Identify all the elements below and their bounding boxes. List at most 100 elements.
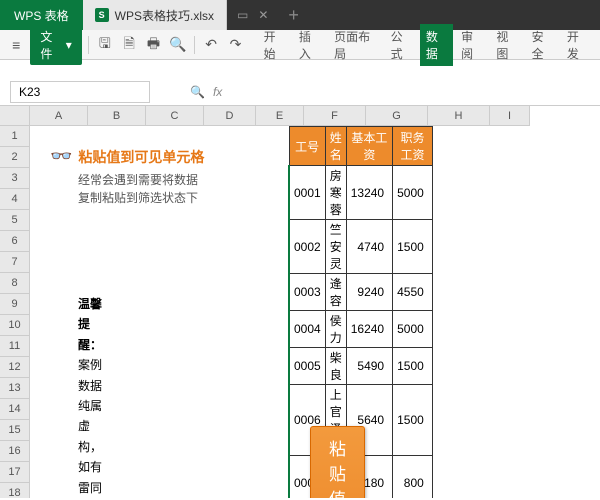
glasses-icon: 👓 (50, 146, 72, 167)
table-cell[interactable]: 800 (393, 456, 433, 499)
preview-icon[interactable]: 🔍 (168, 34, 188, 56)
table-cell[interactable]: 侯力 (325, 311, 346, 348)
row-header[interactable]: 12 (0, 357, 30, 378)
row-header[interactable]: 15 (0, 420, 30, 441)
table-header[interactable]: 姓名 (325, 127, 346, 166)
reminder-line: 案例数据纯属虚构， (78, 355, 102, 457)
ribbon-tabs: 开始插入页面布局公式数据审阅视图安全开发 (258, 24, 594, 66)
table-cell[interactable]: 16240 (346, 311, 392, 348)
table-cell[interactable]: 1500 (393, 220, 433, 274)
row-header[interactable]: 17 (0, 462, 30, 483)
row-header[interactable]: 11 (0, 336, 30, 357)
column-header[interactable]: B (88, 106, 146, 126)
column-header[interactable]: G (366, 106, 428, 126)
column-header[interactable]: D (204, 106, 256, 126)
export-icon[interactable]: 🗎 (119, 34, 139, 56)
table-cell[interactable]: 5490 (346, 348, 392, 385)
ribbon-tab[interactable]: 视图 (490, 24, 523, 66)
ribbon-tab[interactable]: 页面布局 (328, 24, 382, 66)
column-header[interactable]: C (146, 106, 204, 126)
row-header[interactable]: 2 (0, 147, 30, 168)
hamburger-icon[interactable]: ≡ (6, 34, 26, 56)
table-cell[interactable]: 1500 (393, 385, 433, 456)
save-icon[interactable]: 🖫 (95, 34, 115, 56)
column-header[interactable]: A (30, 106, 88, 126)
divider (194, 36, 195, 54)
row-header[interactable]: 10 (0, 315, 30, 336)
table-cell[interactable]: 4550 (393, 274, 433, 311)
spreadsheet-grid[interactable]: ABCDEFGHI 12345678910111213141516171819 … (0, 106, 600, 498)
column-header[interactable]: E (256, 106, 304, 126)
table-cell[interactable]: 房寒蓉 (325, 166, 346, 220)
table-cell[interactable]: 1500 (393, 348, 433, 385)
file-tab[interactable]: S WPS表格技巧.xlsx (83, 0, 227, 30)
undo-icon[interactable]: ↶ (201, 34, 221, 56)
row-header[interactable]: 18 (0, 483, 30, 498)
table-cell[interactable]: 逄容 (325, 274, 346, 311)
row-header[interactable]: 7 (0, 252, 30, 273)
table-row[interactable]: 0001房寒蓉132405000 (289, 166, 432, 220)
table-cell[interactable]: 5000 (393, 311, 433, 348)
ribbon-tab[interactable]: 插入 (293, 24, 326, 66)
info-callout: 👓 粘贴值到可见单元格 经常会遇到需要将数据 复制粘贴到筛选状态下 (50, 146, 290, 207)
table-cell[interactable]: 0004 (289, 311, 325, 348)
column-header[interactable]: I (490, 106, 530, 126)
table-cell[interactable]: 0003 (289, 274, 325, 311)
chevron-down-icon: ▾ (66, 38, 72, 52)
file-menu-button[interactable]: 文件 ▾ (30, 25, 81, 65)
table-cell[interactable]: 5000 (393, 166, 433, 220)
file-menu-label: 文件 (40, 28, 61, 62)
column-header[interactable]: F (304, 106, 366, 126)
table-row[interactable]: 0003逄容92404550 (289, 274, 432, 311)
row-header[interactable]: 16 (0, 441, 30, 462)
select-all-corner[interactable] (0, 106, 30, 126)
paste-visible-button[interactable]: 粘贴值到可见单元格 (310, 426, 365, 498)
reminder-line: 如有雷同纯属巧合 (78, 457, 102, 498)
table-cell[interactable]: 0002 (289, 220, 325, 274)
ribbon-tab[interactable]: 开发 (561, 24, 594, 66)
row-header[interactable]: 9 (0, 294, 30, 315)
row-header[interactable]: 8 (0, 273, 30, 294)
name-box[interactable]: K23 (10, 81, 150, 103)
info-line: 复制粘贴到筛选状态下 (78, 189, 290, 207)
row-header[interactable]: 5 (0, 210, 30, 231)
row-header[interactable]: 4 (0, 189, 30, 210)
table-cell[interactable]: 柴良 (325, 348, 346, 385)
table-cell[interactable]: 13240 (346, 166, 392, 220)
row-header[interactable]: 13 (0, 378, 30, 399)
row-header[interactable]: 6 (0, 231, 30, 252)
ribbon-tab[interactable]: 数据 (420, 24, 453, 66)
file-tab-label: WPS表格技巧.xlsx (115, 7, 214, 24)
tab-close-icon[interactable]: ✕ (258, 8, 268, 22)
divider (88, 36, 89, 54)
row-header[interactable]: 3 (0, 168, 30, 189)
formula-bar: K23 🔍 fx (0, 78, 600, 106)
table-cell[interactable]: 4740 (346, 220, 392, 274)
table-row[interactable]: 0005柴良54901500 (289, 348, 432, 385)
row-header[interactable]: 1 (0, 126, 30, 147)
table-cell[interactable]: 竺安灵 (325, 220, 346, 274)
table-cell[interactable]: 0005 (289, 348, 325, 385)
table-cell[interactable]: 9240 (346, 274, 392, 311)
ribbon-tab[interactable]: 公式 (385, 24, 418, 66)
table-cell[interactable]: 0001 (289, 166, 325, 220)
table-row[interactable]: 0002竺安灵47401500 (289, 220, 432, 274)
table-header[interactable]: 工号 (289, 127, 325, 166)
table-header[interactable]: 职务工资 (393, 127, 433, 166)
ribbon-tab[interactable]: 审阅 (455, 24, 488, 66)
column-header[interactable]: H (428, 106, 490, 126)
reminder-box: 温馨提醒： 案例数据纯属虚构， 如有雷同纯属巧合 (78, 294, 102, 498)
print-icon[interactable]: 🖶 (143, 34, 163, 56)
table-row[interactable]: 0004侯力162405000 (289, 311, 432, 348)
row-header[interactable]: 14 (0, 399, 30, 420)
toolbar: ≡ 文件 ▾ 🖫 🗎 🖶 🔍 ↶ ↷ 开始插入页面布局公式数据审阅视图安全开发 (0, 30, 600, 60)
fx-label[interactable]: fx (213, 85, 222, 99)
info-line: 经常会遇到需要将数据 (78, 171, 290, 189)
redo-icon[interactable]: ↷ (225, 34, 245, 56)
table-header[interactable]: 基本工资 (346, 127, 392, 166)
tab-menu-icon[interactable]: ▭ (237, 8, 248, 22)
search-icon[interactable]: 🔍 (190, 85, 205, 99)
spreadsheet-icon: S (95, 8, 109, 22)
ribbon-tab[interactable]: 开始 (258, 24, 291, 66)
ribbon-tab[interactable]: 安全 (526, 24, 559, 66)
